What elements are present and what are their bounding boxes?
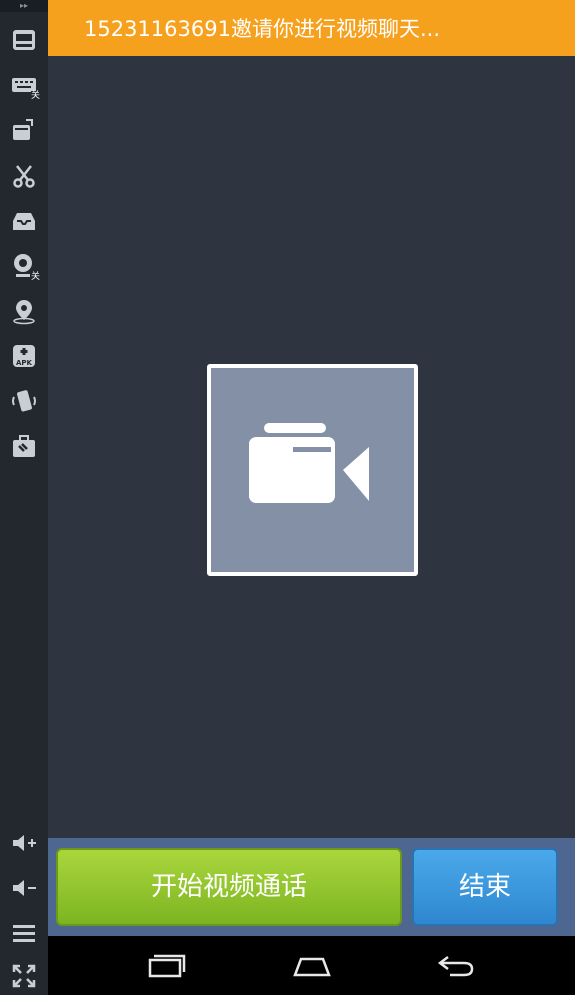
video-camera-icon [249,423,369,503]
webcam-off-badge: 关 [30,272,40,282]
invite-header: 15231163691邀请你进行视频聊天... [48,0,575,56]
apk-install-button[interactable]: APK [0,338,48,374]
emulator-toolbar: ▸▸ 关 关 APK [0,0,48,995]
video-preview [207,364,418,576]
volume-up-icon [13,835,36,851]
start-video-call-button[interactable]: 开始视频通话 [56,848,402,926]
keyboard-button[interactable]: 关 [0,67,48,103]
home-icon [293,957,331,977]
fullscreen-button[interactable] [0,958,48,994]
android-navigation-bar [48,936,575,995]
rotate-window-button[interactable] [0,112,48,148]
location-button[interactable] [0,293,48,329]
home-button[interactable] [282,946,342,986]
toolbox-button[interactable] [0,428,48,464]
keyboard-off-badge: 关 [30,91,40,101]
inbox-icon [13,213,35,230]
toolbox-icon [13,435,35,457]
webcam-button[interactable]: 关 [0,248,48,284]
back-button[interactable] [426,946,486,986]
recent-apps-button[interactable] [136,946,196,986]
shake-icon [12,390,36,412]
screen-icon [13,30,35,50]
menu-button[interactable] [0,915,48,951]
volume-down-button[interactable] [0,870,48,906]
location-icon [13,300,35,325]
toolbar-collapse-handle[interactable]: ▸▸ [0,0,48,12]
svg-text:APK: APK [16,359,33,367]
volume-down-icon [13,880,36,896]
menu-icon [13,925,35,942]
fullscreen-icon [12,964,36,988]
rotate-window-icon [13,119,33,140]
inbox-button[interactable] [0,203,48,239]
volume-up-button[interactable] [0,825,48,861]
end-button[interactable]: 结束 [412,848,558,926]
shake-button[interactable] [0,383,48,419]
recent-apps-icon [148,954,186,978]
apk-install-icon: APK [13,345,35,367]
screen-button[interactable] [0,22,48,58]
scissors-icon [13,165,35,188]
invite-title: 15231163691邀请你进行视频聊天... [84,17,440,41]
screenshot-button[interactable] [0,158,48,194]
back-icon [437,956,474,977]
